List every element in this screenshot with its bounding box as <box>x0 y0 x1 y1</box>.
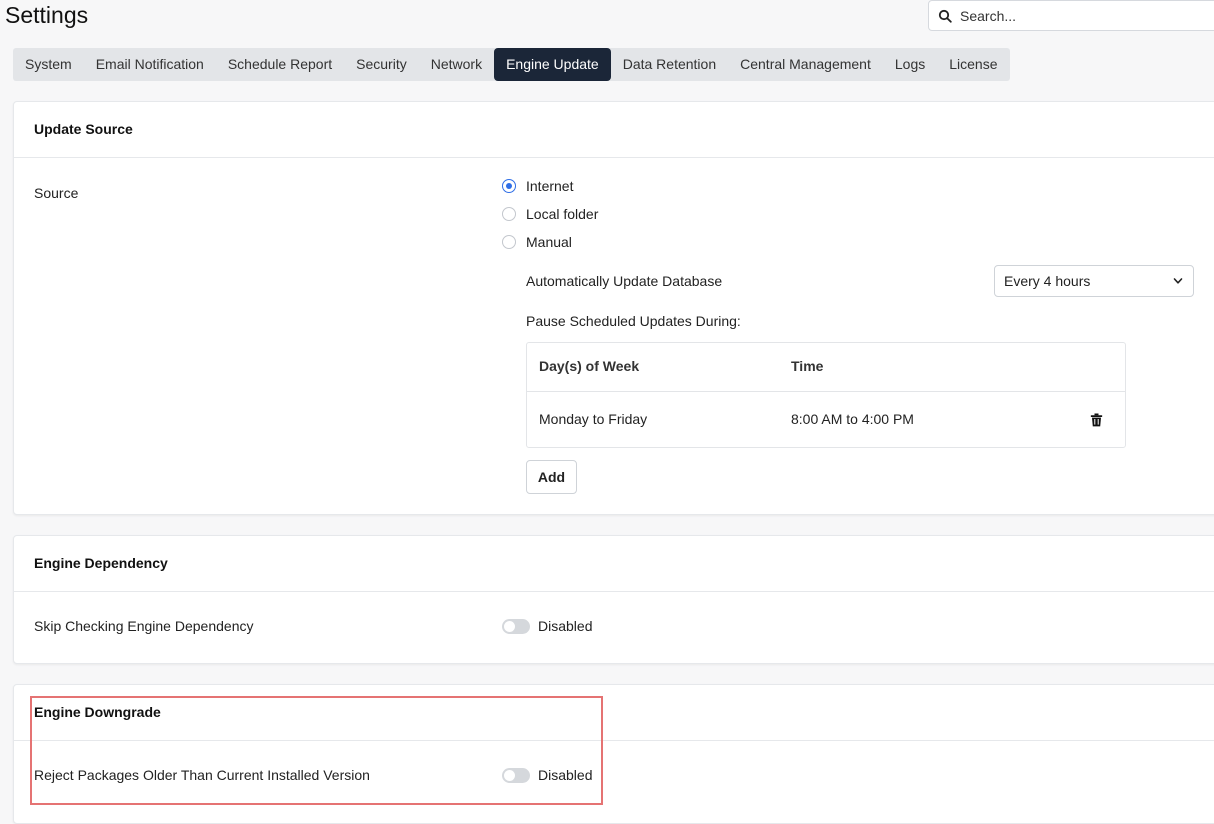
update-source-card: Update Source Source Internet Local fold… <box>13 101 1214 515</box>
engine-downgrade-card: Engine Downgrade Reject Packages Older T… <box>13 684 1214 824</box>
engine-dependency-card: Engine Dependency Skip Checking Engine D… <box>13 535 1214 664</box>
tab-system[interactable]: System <box>13 48 84 81</box>
radio-dot-manual[interactable] <box>502 235 516 249</box>
search-icon <box>938 9 952 23</box>
auto-update-label: Automatically Update Database <box>526 273 723 289</box>
pause-schedule-table: Day(s) of Week Time Monday to Friday 8:0… <box>526 342 1126 448</box>
engine-dependency-title: Engine Dependency <box>14 536 1214 592</box>
skip-dependency-label: Skip Checking Engine Dependency <box>34 618 254 634</box>
tab-data-retention[interactable]: Data Retention <box>611 48 728 81</box>
tab-central-management[interactable]: Central Management <box>728 48 883 81</box>
settings-tabs: System Email Notification Schedule Repor… <box>13 48 1010 81</box>
search-box[interactable] <box>928 0 1214 31</box>
toggle-track[interactable] <box>502 767 530 783</box>
column-header-time: Time <box>791 358 824 374</box>
toggle-knob <box>504 620 515 632</box>
auto-update-select[interactable]: Every 4 hours <box>994 265 1194 297</box>
chevron-down-icon <box>1173 278 1183 284</box>
radio-label-local-folder: Local folder <box>526 206 599 222</box>
auto-update-value: Every 4 hours <box>1004 273 1091 289</box>
tab-security[interactable]: Security <box>344 48 419 81</box>
page-title: Settings <box>5 2 89 28</box>
tab-engine-update[interactable]: Engine Update <box>494 48 611 81</box>
radio-local-folder[interactable]: Local folder <box>502 206 598 222</box>
tab-network[interactable]: Network <box>419 48 494 81</box>
reject-older-toggle[interactable]: Disabled <box>502 767 592 783</box>
update-source-title: Update Source <box>14 102 1214 158</box>
skip-dependency-status: Disabled <box>538 618 593 634</box>
column-header-days: Day(s) of Week <box>539 358 640 374</box>
reject-older-label: Reject Packages Older Than Current Insta… <box>34 767 370 783</box>
search-input[interactable] <box>960 7 1200 24</box>
engine-downgrade-title: Engine Downgrade <box>14 685 1214 741</box>
radio-label-internet: Internet <box>526 178 574 194</box>
radio-dot-local-folder[interactable] <box>502 207 516 221</box>
tab-schedule-report[interactable]: Schedule Report <box>216 48 344 81</box>
radio-internet[interactable]: Internet <box>502 178 573 194</box>
reject-older-status: Disabled <box>538 767 593 783</box>
tab-logs[interactable]: Logs <box>883 48 937 81</box>
skip-dependency-toggle[interactable]: Disabled <box>502 618 592 634</box>
row-time: 8:00 AM to 4:00 PM <box>791 411 914 427</box>
radio-dot-internet[interactable] <box>502 179 516 193</box>
tab-license[interactable]: License <box>937 48 1009 81</box>
trash-icon[interactable] <box>1090 413 1103 427</box>
add-button[interactable]: Add <box>526 460 577 494</box>
tab-email-notification[interactable]: Email Notification <box>84 48 216 81</box>
toggle-knob <box>504 769 515 781</box>
source-label: Source <box>34 185 79 201</box>
radio-label-manual: Manual <box>526 234 572 250</box>
pause-updates-label: Pause Scheduled Updates During: <box>526 313 741 329</box>
row-days: Monday to Friday <box>539 411 648 427</box>
toggle-track[interactable] <box>502 618 530 634</box>
radio-manual[interactable]: Manual <box>502 234 572 250</box>
